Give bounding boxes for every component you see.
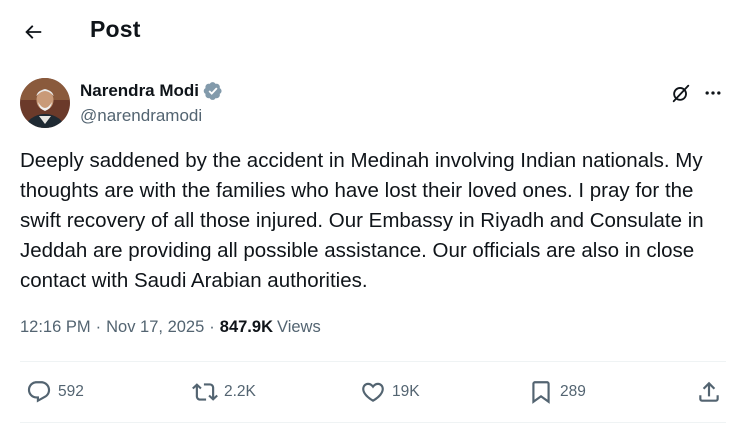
post-date[interactable]: Nov 17, 2025: [106, 318, 204, 337]
share-icon: [696, 379, 722, 405]
top-bar: Post: [0, 0, 745, 62]
meta-separator: ·: [209, 318, 215, 336]
views-count: 847.9K: [219, 318, 273, 336]
display-name[interactable]: Narendra Modi: [80, 81, 199, 101]
grok-button[interactable]: [669, 81, 693, 105]
bookmark-icon: [528, 379, 554, 405]
page-title: Post: [90, 16, 141, 42]
post-time[interactable]: 12:16 PM: [20, 318, 91, 337]
name-row: Narendra Modi: [80, 81, 223, 101]
arrow-left-icon: [25, 25, 42, 39]
heart-icon: [360, 379, 386, 405]
like-count: 19K: [392, 383, 420, 400]
like-button[interactable]: 19K: [360, 376, 420, 408]
reply-button[interactable]: 592: [26, 376, 84, 408]
action-bar: 592 2.2K 19K 289: [20, 376, 726, 408]
views-label: Views: [277, 318, 321, 336]
post-author: Narendra Modi @narendramodi: [20, 78, 725, 130]
reply-count: 592: [58, 383, 84, 400]
avatar-image: [20, 78, 70, 128]
reply-bubble-icon: [26, 379, 52, 405]
grok-icon: [672, 84, 690, 103]
divider: [20, 422, 726, 423]
more-horizontal-icon: [705, 91, 721, 95]
verified-badge-icon: [203, 81, 223, 101]
share-button[interactable]: [696, 376, 722, 408]
repost-count: 2.2K: [224, 383, 256, 400]
post-text: Deeply saddened by the accident in Medin…: [20, 149, 704, 292]
post-meta: 12:16 PM · Nov 17, 2025 · 847.9K Views: [20, 318, 321, 337]
repost-icon: [192, 379, 218, 405]
avatar[interactable]: [20, 78, 70, 128]
meta-separator: ·: [95, 318, 102, 336]
bookmark-button[interactable]: 289: [528, 376, 586, 408]
repost-button[interactable]: 2.2K: [192, 376, 256, 408]
divider: [20, 361, 726, 362]
back-button[interactable]: [18, 17, 48, 47]
more-options-button[interactable]: [701, 81, 725, 105]
author-handle[interactable]: @narendramodi: [80, 106, 202, 126]
bookmark-count: 289: [560, 383, 586, 400]
